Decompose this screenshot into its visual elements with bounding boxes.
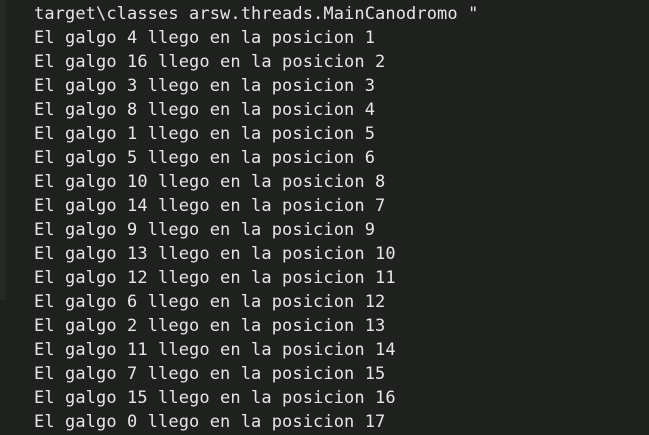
output-line: El galgo 2 llego en la posicion 13 — [34, 316, 386, 336]
output-line: El galgo 10 llego en la posicion 8 — [34, 172, 386, 192]
console-output: target\classes arsw.threads.MainCanodrom… — [34, 2, 478, 434]
output-line: El galgo 5 llego en la posicion 6 — [34, 148, 376, 168]
command-line: target\classes arsw.threads.MainCanodrom… — [34, 4, 479, 24]
output-line: El galgo 7 llego en la posicion 15 — [34, 364, 386, 384]
output-line: El galgo 6 llego en la posicion 12 — [34, 292, 386, 312]
output-line: El galgo 11 llego en la posicion 14 — [34, 340, 396, 360]
output-line: El galgo 3 llego en la posicion 3 — [34, 76, 376, 96]
output-line: El galgo 8 llego en la posicion 4 — [34, 100, 376, 120]
output-line: El galgo 9 llego en la posicion 9 — [34, 220, 376, 240]
gutter-strip — [0, 0, 6, 300]
output-line: El galgo 1 llego en la posicion 5 — [34, 124, 376, 144]
terminal-output-panel[interactable]: target\classes arsw.threads.MainCanodrom… — [0, 0, 649, 435]
output-line: El galgo 15 llego en la posicion 16 — [34, 388, 396, 408]
output-line: El galgo 0 llego en la posicion 17 — [34, 412, 386, 432]
output-line: El galgo 4 llego en la posicion 1 — [34, 28, 376, 48]
output-line: El galgo 14 llego en la posicion 7 — [34, 196, 386, 216]
output-line: El galgo 12 llego en la posicion 11 — [34, 268, 396, 288]
output-line: El galgo 13 llego en la posicion 10 — [34, 244, 396, 264]
output-line: El galgo 16 llego en la posicion 2 — [34, 52, 386, 72]
